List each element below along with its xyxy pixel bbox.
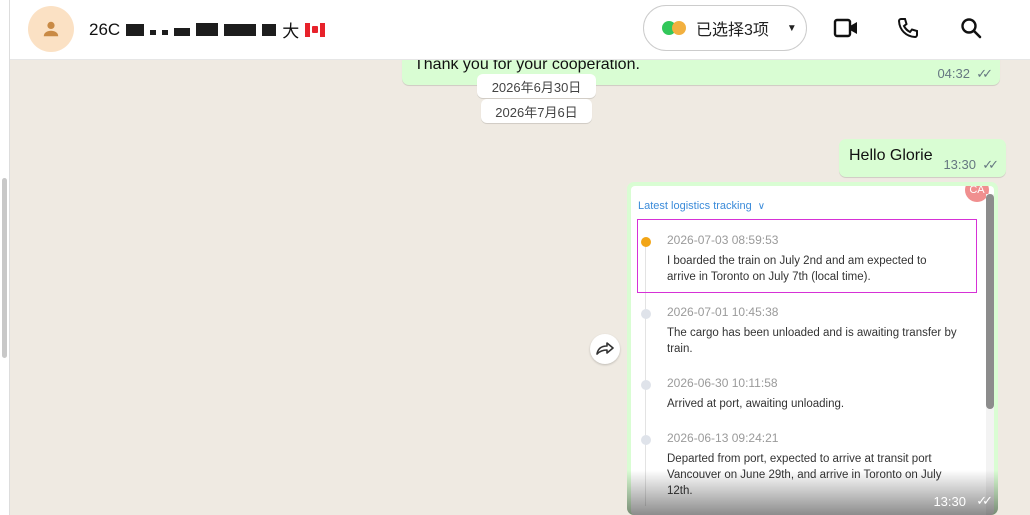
badge-label: CA (969, 186, 985, 196)
timeline-time: 2026-06-13 09:24:21 (667, 431, 779, 445)
redacted-text (174, 27, 191, 36)
timeline-dot-icon (641, 380, 651, 390)
card-scrollbar[interactable] (986, 194, 994, 409)
search-icon (961, 18, 982, 39)
phone-icon (897, 18, 918, 39)
contact-name-suffix: 大 (282, 22, 300, 41)
selection-label: 已选择3项 (696, 22, 769, 39)
chat-header: 26C 大 已选择3项 ▼ (10, 0, 1030, 60)
timeline-description: The cargo has been unloaded and is await… (667, 327, 957, 355)
redacted-text (224, 23, 257, 36)
date-label: 2026年7月6日 (495, 104, 578, 120)
date-divider: 2026年7月6日 (481, 99, 592, 123)
timeline-time: 2026-07-01 10:45:38 (667, 305, 779, 319)
video-call-button[interactable] (832, 14, 860, 42)
timeline-dot-icon (641, 435, 651, 445)
redacted-text (262, 23, 277, 36)
timeline-item: 2026-07-01 10:45:38 The cargo has been u… (641, 305, 971, 355)
message-time: 13:30 (943, 157, 976, 172)
logistics-card: Latest logistics tracking ∨ CA 2026-07-0… (631, 186, 994, 515)
card-footer: 13:30 ✓✓ (627, 470, 998, 515)
timeline-description: Arrived at port, awaiting unloading. (667, 398, 845, 410)
contact-name[interactable]: 26C 大 (89, 17, 326, 42)
redacted-text (126, 23, 145, 36)
sidebar-scrollbar[interactable] (2, 178, 7, 358)
forward-button[interactable] (590, 334, 620, 364)
message-time: 13:30 (933, 494, 966, 509)
date-divider: 2026年6月30日 (477, 74, 596, 98)
timeline-item: 2026-06-30 10:11:58 Arrived at port, awa… (641, 376, 971, 416)
redacted-text (196, 23, 219, 36)
selection-dropdown[interactable]: 已选择3项 ▼ (643, 5, 807, 51)
person-icon (43, 21, 59, 37)
selection-highlight (637, 219, 977, 293)
video-camera-icon (833, 18, 857, 38)
double-check-icon: ✓✓ (976, 493, 993, 508)
logistics-title: Latest logistics tracking (638, 200, 752, 212)
status-dots-icon (662, 21, 688, 35)
search-button[interactable] (957, 14, 985, 42)
double-check-icon: ✓✓ (982, 157, 999, 172)
redacted-text (150, 30, 157, 35)
message-bubble-card[interactable]: Latest logistics tracking ∨ CA 2026-07-0… (627, 182, 998, 515)
redacted-text (162, 30, 169, 35)
contact-avatar[interactable] (28, 6, 74, 52)
forward-icon (596, 342, 614, 355)
canada-flag-icon (305, 22, 326, 37)
logistics-header[interactable]: Latest logistics tracking ∨ (638, 200, 765, 212)
message-bubble-outgoing[interactable]: Hello Glorie 13:30 ✓✓ (839, 139, 1006, 177)
message-text: Hello Glorie (849, 147, 933, 164)
date-label: 2026年6月30日 (491, 79, 582, 95)
message-time: 04:32 (937, 66, 970, 81)
timeline-dot-icon (641, 309, 651, 319)
chevron-down-icon: ∨ (757, 200, 766, 212)
timeline-time: 2026-06-30 10:11:58 (667, 376, 778, 390)
voice-call-button[interactable] (894, 14, 922, 42)
caret-down-icon: ▼ (786, 22, 797, 34)
contact-name-prefix: 26C (89, 19, 121, 39)
double-check-icon: ✓✓ (976, 66, 993, 81)
